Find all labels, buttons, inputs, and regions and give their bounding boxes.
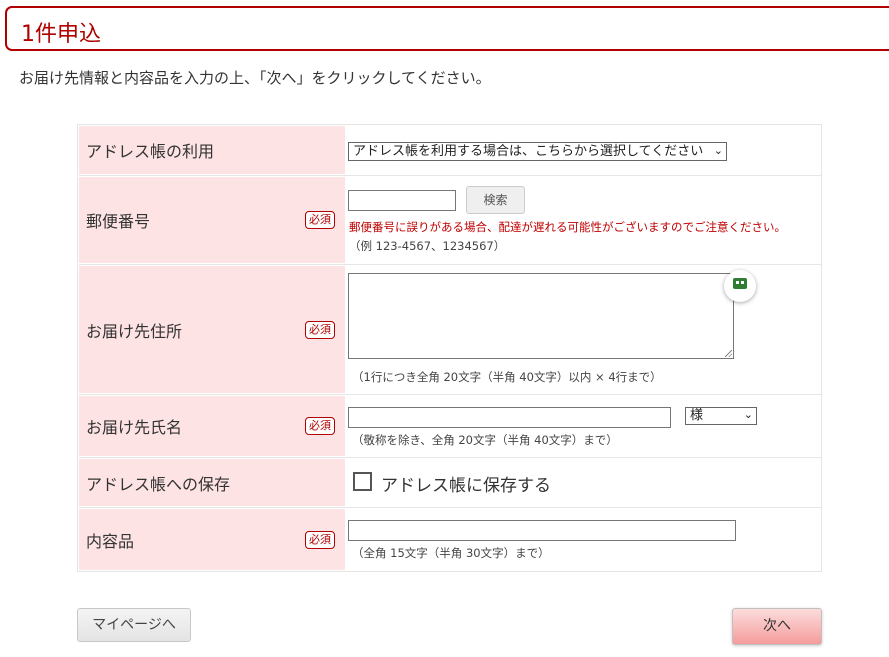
- keyboard-face: [733, 278, 747, 289]
- resize-grip-icon[interactable]: [725, 350, 732, 357]
- address-book-select[interactable]: アドレス帳を利用する場合は、こちらから選択してください ⌄: [348, 142, 727, 161]
- required-badge: 必須: [305, 417, 335, 435]
- address-book-select-value: アドレス帳を利用する場合は、こちらから選択してください: [353, 144, 704, 159]
- postal-code-input[interactable]: [348, 190, 456, 211]
- save-address-label: アドレス帳への保存: [86, 474, 231, 494]
- contents-label: 内容品: [86, 531, 135, 551]
- row-divider: [79, 507, 821, 508]
- honorific-select[interactable]: 様 ⌄: [685, 407, 757, 425]
- postal-search-button[interactable]: 検索: [466, 186, 525, 214]
- postal-code-label-cell: 郵便番号 必須: [79, 177, 345, 263]
- required-badge: 必須: [305, 320, 335, 339]
- honorific-select-value: 様: [690, 408, 704, 423]
- contents-note: （全角 15文字（半角 30文字）まで）: [352, 546, 550, 560]
- chevron-down-icon: ⌄: [743, 408, 753, 421]
- next-button[interactable]: 次へ: [732, 608, 822, 645]
- address-label-cell: お届け先住所 必須: [79, 266, 345, 393]
- required-badge: 必須: [305, 530, 335, 549]
- contents-input[interactable]: [348, 520, 736, 541]
- page-title-bar: 1件申込: [5, 6, 889, 51]
- name-label: お届け先氏名: [86, 418, 183, 437]
- save-address-label-cell: アドレス帳への保存: [79, 459, 345, 506]
- name-input[interactable]: [348, 407, 671, 428]
- address-label: お届け先住所: [86, 321, 183, 341]
- postal-code-warning: 郵便番号に誤りがある場合、配達が遅れる可能性がございますのでご注意ください。: [349, 220, 786, 234]
- row-divider: [79, 264, 821, 265]
- chevron-down-icon: ⌄: [713, 144, 723, 157]
- address-book-label-cell: アドレス帳の利用: [79, 126, 345, 174]
- address-book-label: アドレス帳の利用: [86, 142, 215, 161]
- save-address-checkbox[interactable]: [353, 472, 372, 491]
- row-divider: [79, 394, 821, 395]
- required-badge: 必須: [305, 211, 335, 229]
- postal-code-label: 郵便番号: [86, 212, 151, 231]
- save-address-checkbox-label[interactable]: アドレス帳に保存する: [381, 471, 551, 496]
- instruction-text: お届け先情報と内容品を入力の上、「次へ」をクリックしてください。: [19, 69, 491, 87]
- contents-label-cell: 内容品 必須: [79, 509, 345, 570]
- page-title: 1件申込: [21, 22, 101, 47]
- mypage-button[interactable]: マイページへ: [77, 608, 191, 642]
- address-textarea[interactable]: [348, 273, 734, 359]
- address-note: （1行につき全角 20文字（半角 40文字）以内 × 4行まで）: [352, 370, 662, 384]
- name-label-cell: お届け先氏名 必須: [79, 396, 345, 456]
- row-divider: [79, 457, 821, 458]
- name-note: （敬称を除き、全角 20文字（半角 40文字）まで）: [352, 433, 618, 447]
- postal-code-example: （例 123-4567、1234567）: [349, 239, 506, 253]
- keyboard-icon[interactable]: [724, 270, 756, 302]
- row-divider: [79, 175, 821, 176]
